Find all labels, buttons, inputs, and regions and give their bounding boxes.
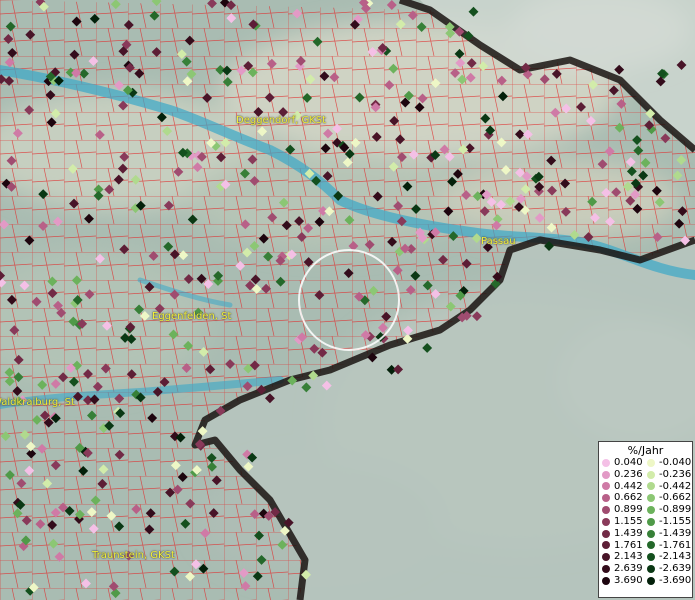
legend-row: 2.143 [602,551,647,563]
legend-swatch-icon [647,458,655,467]
legend-positive-column: 0.040 0.236 0.442 0.662 0.899 1.155 1.439 1.761… [602,457,647,587]
legend-row: 0.899 [602,504,647,516]
legend-row: -0.899 [647,504,692,516]
legend-swatch-icon [647,565,655,574]
legend-row: -1.439 [647,528,692,540]
legend-row: -0.040 [647,457,692,469]
legend: %/Jahr 0.040 0.236 0.442 0.662 0.899 1.155 1.4… [598,441,693,598]
legend-row: 0.040 [602,457,647,469]
legend-swatch-icon [602,482,610,491]
legend-swatch-icon [602,458,610,467]
legend-label: 0.662 [614,492,643,504]
legend-negative-column: -0.040 -0.236 -0.442 -0.662 -0.899 -1.155 -1.4… [647,457,692,587]
legend-row: -0.442 [647,481,692,493]
legend-swatch-icon [647,506,655,515]
legend-label: -0.040 [659,457,692,468]
map-canvas[interactable] [0,0,695,600]
legend-swatch-icon [602,576,610,585]
legend-row: 0.442 [602,481,647,493]
legend-swatch-icon [647,517,655,526]
legend-label: 0.040 [614,457,643,468]
legend-swatch-icon [602,565,610,574]
map-view[interactable]: Deggendorf, GKSt Passau Eggenfelden, St … [0,0,695,600]
town-label-waldkraiburg: Waldkraiburg, St [0,397,75,408]
legend-label: 2.639 [614,563,643,575]
legend-label: 0.899 [614,504,643,516]
legend-label: -0.899 [659,504,692,516]
legend-row: -0.236 [647,469,692,481]
legend-swatch-icon [647,494,655,503]
legend-swatch-icon [647,541,655,550]
legend-label: 1.761 [614,539,643,551]
legend-label: 1.155 [614,515,643,527]
legend-row: 3.690 [602,575,647,587]
legend-label: 0.442 [614,480,643,492]
town-label-traunstein: Traunstein, GKSt [92,550,175,561]
legend-row: 2.639 [602,563,647,575]
legend-row: -0.662 [647,492,692,504]
legend-label: -0.662 [659,492,692,504]
town-label-deggendorf: Deggendorf, GKSt [236,115,327,126]
legend-swatch-icon [602,553,610,562]
legend-swatch-icon [602,506,610,515]
legend-swatch-icon [602,529,610,538]
town-label-eggenfelden: Eggenfelden, St [152,311,232,322]
legend-row: -2.143 [647,551,692,563]
legend-row: 1.155 [602,516,647,528]
legend-label: -1.761 [659,539,692,551]
town-label-passau: Passau [481,236,516,247]
legend-label: -0.442 [659,480,692,492]
legend-row: 0.236 [602,469,647,481]
legend-label: -1.155 [659,515,692,527]
legend-label: -2.639 [659,563,692,575]
legend-row: 1.439 [602,528,647,540]
legend-row: 1.761 [602,540,647,552]
legend-row: -1.761 [647,540,692,552]
legend-swatch-icon [602,494,610,503]
legend-swatch-icon [602,470,610,479]
legend-swatch-icon [647,576,655,585]
legend-swatch-icon [647,470,655,479]
legend-row: -2.639 [647,563,692,575]
legend-label: 2.143 [614,551,643,563]
legend-row: -1.155 [647,516,692,528]
legend-swatch-icon [647,529,655,538]
legend-label: -0.236 [659,468,692,480]
legend-label: 1.439 [614,527,643,539]
legend-swatch-icon [602,517,610,526]
legend-swatch-icon [647,553,655,562]
legend-label: 0.236 [614,468,643,480]
legend-row: 0.662 [602,492,647,504]
legend-swatch-icon [647,482,655,491]
legend-swatch-icon [602,541,610,550]
legend-label: -1.439 [659,527,692,539]
legend-label: 3.690 [614,574,643,586]
legend-row: -3.690 [647,575,692,587]
legend-label: -2.143 [659,551,692,563]
legend-label: -3.690 [659,574,692,586]
legend-title: %/Jahr [627,444,664,457]
